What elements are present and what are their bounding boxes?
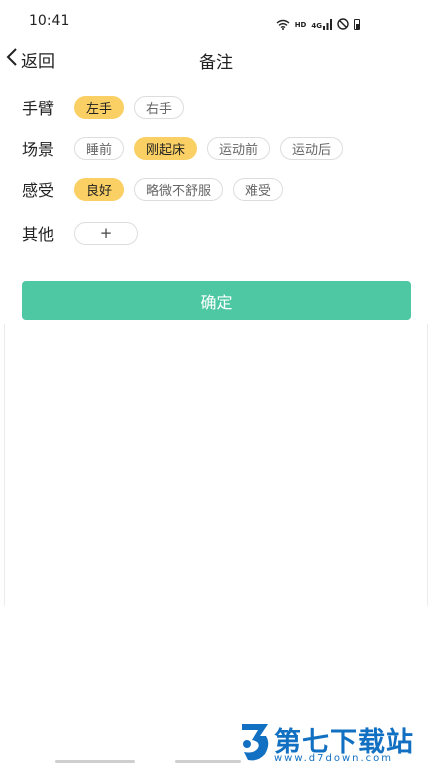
feeling-label: 感受 xyxy=(22,181,55,200)
feeling-row: 感受 良好 略微不舒服 难受 xyxy=(22,177,293,201)
option-good[interactable]: 良好 xyxy=(74,177,125,201)
watermark-logo-icon xyxy=(238,720,272,768)
signal-4g-icon: 4G xyxy=(311,19,332,30)
right-edge-divider xyxy=(427,324,428,606)
hd-label: HD xyxy=(294,20,307,29)
option-left-hand[interactable]: 左手 xyxy=(74,95,125,119)
add-note-button[interactable]: + xyxy=(74,221,138,245)
signal-4g-label: 4G xyxy=(311,22,322,30)
nav-bar-home[interactable] xyxy=(175,760,241,763)
watermark: 第七下载站 www.d7down.com xyxy=(236,718,432,768)
option-right-hand[interactable]: 右手 xyxy=(134,95,185,119)
status-time: 10:41 xyxy=(29,13,70,29)
arm-row: 手臂 左手 右手 xyxy=(22,95,194,119)
option-before-exercise[interactable]: 运动前 xyxy=(207,136,271,160)
status-bar: 10:41 HD 4G xyxy=(0,0,432,44)
do-not-disturb-icon xyxy=(337,15,349,34)
option-just-woke-up[interactable]: 刚起床 xyxy=(134,136,198,160)
option-slightly-uncomfortable[interactable]: 略微不舒服 xyxy=(134,177,224,201)
scene-label: 场景 xyxy=(22,140,55,159)
left-edge-divider xyxy=(4,324,5,606)
watermark-url: www.d7down.com xyxy=(274,753,394,764)
battery-icon xyxy=(354,19,360,30)
other-row: 其他 + xyxy=(22,221,148,245)
confirm-button[interactable]: 确定 xyxy=(22,281,411,320)
arm-label: 手臂 xyxy=(22,99,55,118)
option-after-exercise[interactable]: 运动后 xyxy=(280,136,344,160)
option-before-sleep[interactable]: 睡前 xyxy=(74,136,125,160)
header: 返回 备注 xyxy=(0,40,432,78)
wifi-icon xyxy=(276,15,290,34)
other-label: 其他 xyxy=(22,225,55,244)
page-title: 备注 xyxy=(199,53,233,73)
nav-bar-left xyxy=(55,760,135,763)
status-icons: HD 4G xyxy=(276,15,360,34)
option-uncomfortable[interactable]: 难受 xyxy=(233,177,284,201)
scene-row: 场景 睡前 刚起床 运动前 运动后 xyxy=(22,136,353,160)
